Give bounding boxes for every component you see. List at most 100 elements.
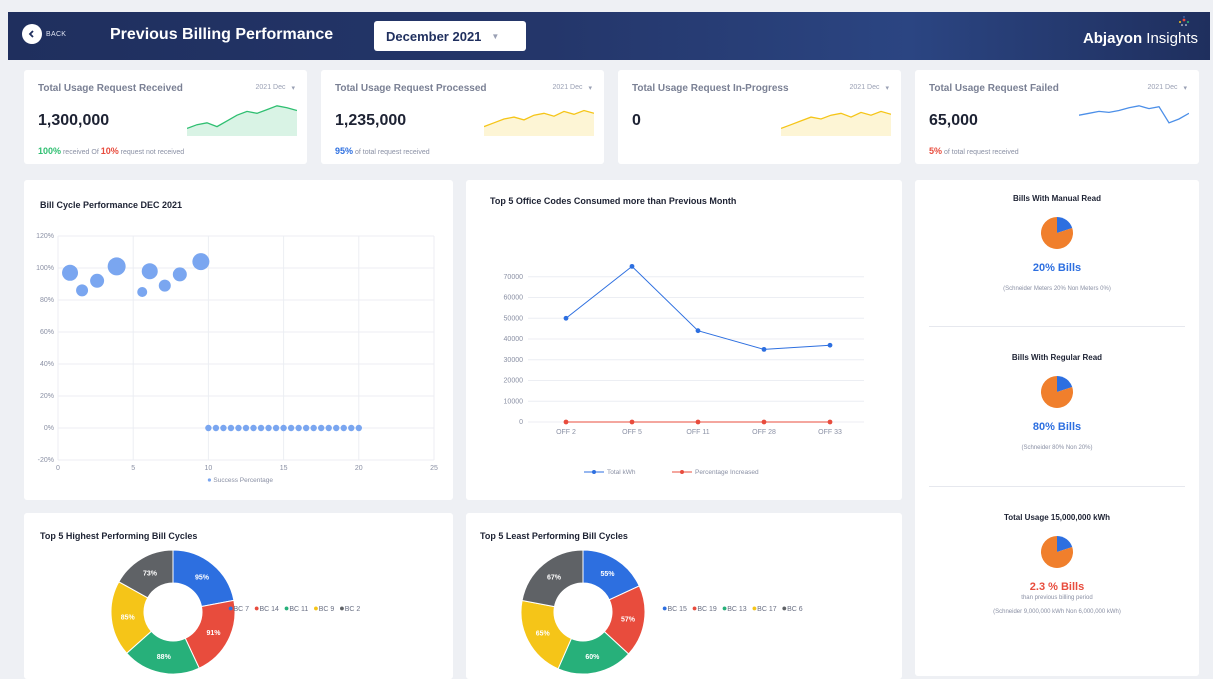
- scatter-point[interactable]: [325, 424, 332, 432]
- scatter-point[interactable]: [295, 424, 302, 432]
- legend-label: BC 6: [787, 606, 803, 613]
- kpi-title: Total Usage Request In-Progress: [632, 83, 789, 94]
- month-select-value: December 2021: [386, 28, 482, 44]
- scatter-point[interactable]: [137, 287, 148, 297]
- scatter-point[interactable]: [265, 424, 272, 432]
- kpi-title: Total Usage Request Received: [38, 83, 183, 94]
- manual-read-block: Bills With Manual Read 20% Bills (Schnei…: [915, 194, 1199, 292]
- kpi-footnote-part: 100%: [38, 146, 62, 156]
- series-point[interactable]: [761, 346, 767, 352]
- month-select[interactable]: December 2021 ▼: [374, 21, 526, 51]
- series-point[interactable]: [563, 419, 569, 425]
- kpi-footnote-part: 95%: [335, 146, 354, 156]
- scatter-point[interactable]: [107, 257, 126, 276]
- slice-label: 65%: [536, 631, 551, 638]
- scatter-point[interactable]: [355, 424, 362, 432]
- legend-item[interactable]: ●BC 2: [339, 603, 360, 613]
- scatter-point[interactable]: [76, 284, 89, 297]
- y-tick-label: 10000: [504, 398, 524, 405]
- x-tick-label: OFF 11: [686, 429, 709, 436]
- y-tick-label: 40000: [504, 336, 524, 343]
- scatter-point[interactable]: [235, 424, 242, 432]
- scatter-point[interactable]: [172, 267, 187, 282]
- x-tick-label: OFF 5: [622, 429, 642, 436]
- legend-item[interactable]: ●BC 15: [662, 603, 687, 613]
- bills-summary-panel: Bills With Manual Read 20% Bills (Schnei…: [915, 180, 1199, 676]
- chevron-down-icon: ▼: [491, 31, 500, 41]
- legend-item[interactable]: ●BC 6: [782, 603, 803, 613]
- kpi-filter-value: 2021 Dec: [849, 84, 880, 91]
- back-button[interactable]: BACK: [22, 24, 66, 44]
- series-point[interactable]: [827, 342, 833, 348]
- slice-label: 91%: [207, 630, 222, 637]
- scatter-point[interactable]: [340, 424, 347, 432]
- kpi-value: 1,235,000: [335, 112, 407, 129]
- highest-bill-cycles-donut: 95% 91% 88% 85% 73%: [110, 549, 236, 675]
- series-point[interactable]: [695, 419, 701, 425]
- legend-label: BC 2: [344, 606, 361, 613]
- kpi-filter-value: 2021 Dec: [1147, 84, 1178, 91]
- scatter-point[interactable]: [318, 424, 325, 432]
- legend-item[interactable]: ●BC 14: [254, 603, 279, 613]
- kpi-filter-dropdown[interactable]: 2021 Dec ▾: [1148, 84, 1187, 92]
- scatter-point[interactable]: [242, 424, 250, 432]
- legend-item[interactable]: ●BC 19: [692, 603, 717, 613]
- scatter-point[interactable]: [333, 424, 340, 432]
- scatter-point[interactable]: [220, 424, 227, 432]
- legend-item[interactable]: ●BC 7: [228, 603, 249, 613]
- legend-label: Success Percentage: [213, 477, 273, 484]
- page-title: Previous Billing Performance: [110, 26, 334, 43]
- series-point[interactable]: [695, 328, 701, 334]
- y-tick-label: 70000: [504, 274, 524, 281]
- scatter-point[interactable]: [310, 424, 317, 432]
- kpi-card: Total Usage Request Processed 2021 Dec ▾ …: [321, 70, 604, 164]
- series-point[interactable]: [629, 263, 635, 269]
- scatter-point[interactable]: [302, 424, 310, 432]
- kpi-filter-dropdown[interactable]: 2021 Dec ▾: [850, 84, 889, 92]
- legend-item[interactable]: ●BC 11: [284, 603, 308, 613]
- y-tick-label: 0: [519, 419, 523, 426]
- total-usage-sub: than previous billing period: [1021, 595, 1093, 601]
- manual-read-value: 20% Bills: [1032, 262, 1082, 274]
- kpi-sparkline: [1079, 105, 1189, 124]
- least-bill-cycles-donut: 55% 57% 60% 65% 67%: [520, 549, 646, 675]
- scatter-point[interactable]: [250, 424, 257, 432]
- highest-bill-cycles-legend: ●BC 7 ●BC 14 ●BC 11 ●BC 9 ●BC 2: [228, 603, 360, 613]
- slice-label: 73%: [143, 570, 158, 577]
- legend-label: BC 15: [667, 606, 687, 613]
- scatter-point[interactable]: [62, 264, 79, 281]
- kpi-filter-value: 2021 Dec: [552, 84, 583, 91]
- scatter-point[interactable]: [205, 424, 212, 432]
- series-point[interactable]: [629, 419, 635, 425]
- kpi-sparkline: [781, 110, 891, 136]
- scatter-point[interactable]: [257, 424, 265, 432]
- scatter-point[interactable]: [272, 424, 280, 432]
- legend-item[interactable]: ●BC 13: [722, 603, 747, 613]
- series-point[interactable]: [563, 315, 569, 321]
- manual-read-title: Bills With Manual Read: [1013, 194, 1101, 203]
- series-point[interactable]: [827, 419, 833, 425]
- series-point[interactable]: [761, 419, 767, 425]
- kpi-filter-dropdown[interactable]: 2021 Dec ▾: [256, 84, 295, 92]
- slice-label: 85%: [121, 614, 136, 621]
- scatter-point[interactable]: [141, 263, 158, 280]
- kpi-filter-dropdown[interactable]: 2021 Dec ▾: [553, 84, 592, 92]
- scatter-point[interactable]: [348, 424, 355, 432]
- legend-item[interactable]: ●BC 9: [313, 603, 334, 613]
- scatter-point[interactable]: [227, 424, 235, 432]
- kpi-title: Total Usage Request Failed: [929, 83, 1059, 94]
- regular-read-note: (Schneider 80% Non 20%): [1021, 445, 1093, 451]
- scatter-point[interactable]: [192, 253, 210, 271]
- regular-read-title: Bills With Regular Read: [1011, 353, 1103, 362]
- scatter-point[interactable]: [158, 279, 171, 292]
- scatter-point[interactable]: [212, 424, 220, 432]
- scatter-point[interactable]: [287, 424, 295, 432]
- kpi-footnote-part: of total request received: [942, 149, 1019, 156]
- y-tick-label: 120%: [36, 233, 54, 240]
- regular-read-pie: [1041, 376, 1073, 408]
- scatter-point[interactable]: [90, 273, 105, 288]
- scatter-point[interactable]: [280, 424, 287, 432]
- kpi-footnote-part: request not received: [118, 149, 185, 156]
- legend-item[interactable]: ●BC 17: [752, 603, 777, 613]
- x-tick-label: OFF 2: [556, 429, 576, 436]
